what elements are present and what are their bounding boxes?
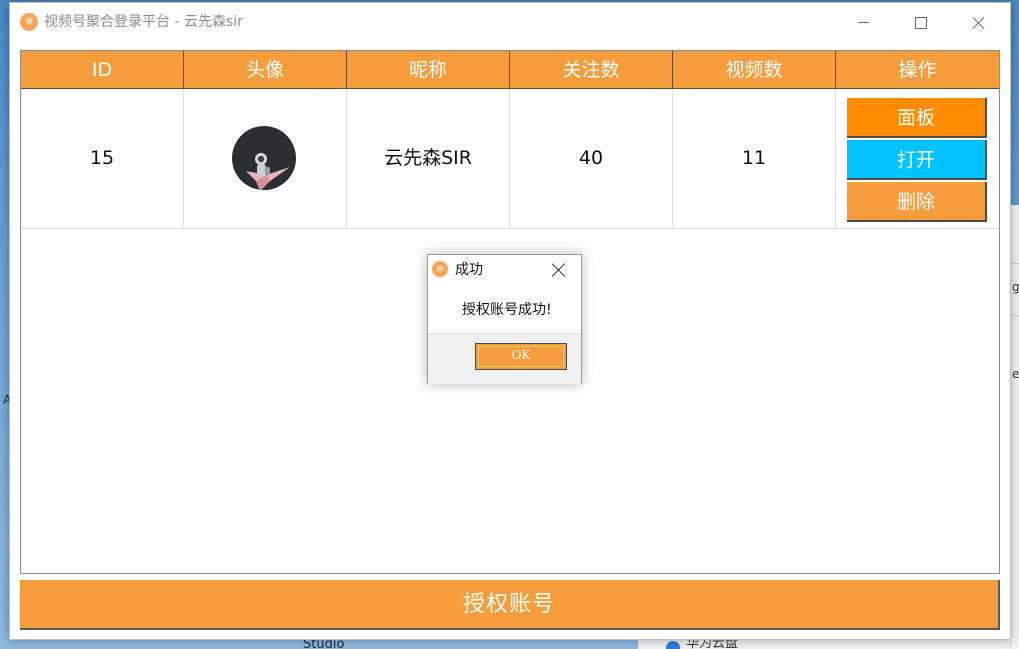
header-nickname: 昵称 bbox=[347, 51, 510, 89]
desktop-right-char: g bbox=[1012, 280, 1019, 294]
success-dialog: ⊗ 成功 授权账号成功! OK bbox=[427, 254, 582, 384]
minimize-icon bbox=[857, 22, 869, 23]
astronaut-avatar-icon bbox=[232, 137, 296, 190]
table-row: 15 云先森SIR 40 11 面板 打开 删除 bbox=[21, 89, 999, 229]
avatar bbox=[232, 126, 296, 190]
desktop-right-char: e bbox=[1012, 367, 1019, 381]
desktop-right-window: g e bbox=[1010, 205, 1019, 649]
window-title: 视频号聚合登录平台 - 云先森sir bbox=[44, 14, 243, 30]
close-button[interactable] bbox=[950, 3, 1008, 41]
close-icon bbox=[972, 16, 986, 30]
dialog-message: 授权账号成功! bbox=[462, 302, 552, 318]
cloud-drive-icon bbox=[666, 641, 680, 649]
authorize-account-button[interactable]: 授权账号 bbox=[20, 580, 1000, 630]
ok-button[interactable]: OK bbox=[475, 343, 567, 370]
panel-button[interactable]: 面板 bbox=[847, 98, 987, 138]
header-avatar: 头像 bbox=[184, 51, 347, 89]
cell-video-count: 11 bbox=[673, 89, 836, 228]
header-actions: 操作 bbox=[836, 51, 999, 89]
cell-id: 15 bbox=[21, 89, 184, 228]
maximize-icon bbox=[915, 16, 927, 29]
maximize-button[interactable] bbox=[892, 3, 950, 41]
cell-nickname: 云先森SIR bbox=[347, 89, 510, 228]
dialog-title: 成功 bbox=[455, 262, 483, 278]
cell-follow-count: 40 bbox=[510, 89, 673, 228]
dialog-close-icon[interactable] bbox=[550, 261, 568, 279]
minimize-button[interactable] bbox=[834, 3, 892, 41]
title-bar[interactable]: ⊗ 视频号聚合登录平台 - 云先森sir bbox=[10, 3, 1010, 41]
app-logo-icon: ⊗ bbox=[432, 261, 448, 277]
header-follow-count: 关注数 bbox=[510, 51, 673, 89]
header-id: ID bbox=[21, 51, 184, 89]
table-header: ID 头像 昵称 关注数 视频数 操作 bbox=[21, 51, 999, 89]
dialog-footer: OK bbox=[428, 333, 581, 384]
open-button[interactable]: 打开 bbox=[847, 140, 987, 180]
delete-button[interactable]: 删除 bbox=[847, 182, 987, 222]
app-logo-icon: ⊗ bbox=[20, 13, 38, 31]
cell-avatar bbox=[184, 89, 347, 228]
cell-actions: 面板 打开 删除 bbox=[836, 89, 999, 228]
header-video-count: 视频数 bbox=[673, 51, 836, 89]
